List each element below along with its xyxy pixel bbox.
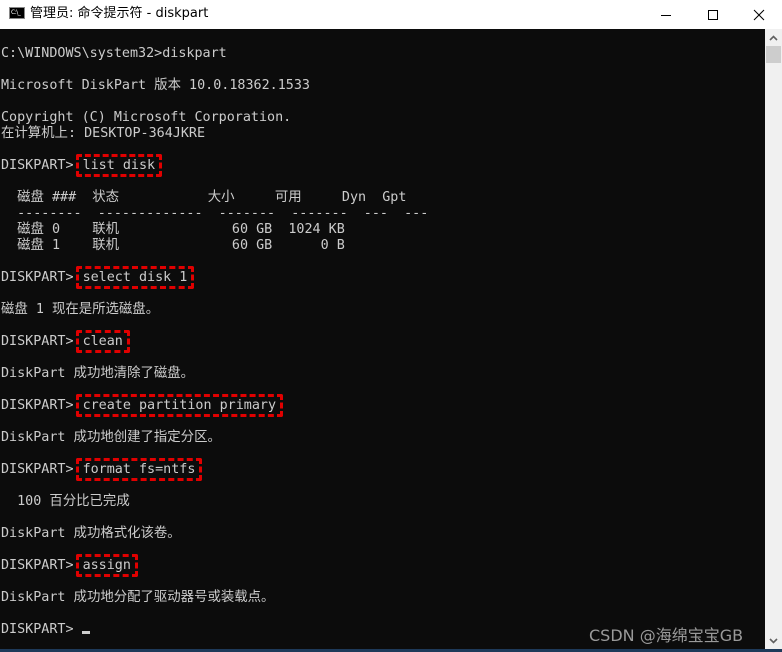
minimize-button[interactable] [643, 0, 689, 29]
disk-table-header: 磁盘 ### 状态 大小 可用 Dyn Gpt [1, 190, 407, 205]
prompt-line: DISKPART> clean [1, 330, 130, 353]
terminal-line: Copyright (C) Microsoft Corporation. [1, 110, 292, 125]
close-icon [753, 9, 765, 20]
prompt: DISKPART> [1, 622, 74, 637]
disk-table-separator: -------- ------------- ------- ------- -… [1, 206, 429, 221]
command-list-disk: list disk [75, 154, 163, 177]
scroll-thumb[interactable] [766, 46, 781, 63]
window-title: 管理员: 命令提示符 - diskpart [30, 6, 209, 21]
prompt-line: DISKPART> list disk [1, 154, 163, 177]
chevron-down-icon [769, 637, 778, 644]
maximize-button[interactable] [690, 0, 736, 29]
watermark: CSDN @海绵宝宝GB [589, 626, 744, 645]
prompt: DISKPART> [1, 558, 74, 573]
prompt-line: DISKPART> select disk 1 [1, 266, 195, 289]
terminal-output[interactable]: C:\WINDOWS\system32>diskpart Microsoft D… [0, 29, 765, 649]
command-assign: assign [75, 554, 138, 577]
terminal-line: DiskPart 成功格式化该卷。 [1, 526, 181, 541]
text-cursor [81, 631, 90, 634]
vertical-scrollbar[interactable] [765, 29, 782, 649]
command-create-partition: create partition primary [75, 394, 284, 417]
command-clean: clean [75, 330, 130, 353]
prompt: DISKPART> [1, 158, 74, 173]
prompt-line[interactable]: DISKPART> [1, 622, 90, 638]
maximize-icon [708, 9, 718, 20]
command-select-disk: select disk 1 [75, 266, 195, 289]
terminal-line: DiskPart 成功地创建了指定分区。 [1, 430, 221, 445]
progress-line: 100 百分比已完成 [1, 494, 130, 509]
prompt: DISKPART> [1, 462, 74, 477]
prompt-line: DISKPART> assign [1, 554, 138, 577]
terminal-line: DiskPart 成功地分配了驱动器号或装载点。 [1, 590, 275, 605]
prompt: DISKPART> [1, 398, 74, 413]
prompt-line: DISKPART> create partition primary [1, 394, 284, 417]
prompt-line: DISKPART> format fs=ntfs [1, 458, 203, 481]
terminal-line: Microsoft DiskPart 版本 10.0.18362.1533 [1, 78, 310, 93]
terminal-line: C:\WINDOWS\system32>diskpart [1, 46, 227, 61]
prompt: DISKPART> [1, 270, 74, 285]
disk-table-row: 磁盘 0 联机 60 GB 1024 KB [1, 222, 345, 237]
terminal-line: DiskPart 成功地清除了磁盘。 [1, 366, 195, 381]
scroll-up-button[interactable] [765, 29, 782, 46]
chevron-up-icon [769, 34, 778, 41]
terminal-line: 磁盘 1 现在是所选磁盘。 [1, 302, 160, 317]
minimize-icon [661, 14, 671, 16]
disk-table-row: 磁盘 1 联机 60 GB 0 B [1, 238, 345, 253]
prompt: DISKPART> [1, 334, 74, 349]
terminal-line: 在计算机上: DESKTOP-364JKRE [1, 126, 206, 141]
title-bar: C:\_ 管理员: 命令提示符 - diskpart [0, 0, 782, 29]
cmd-app-icon: C:\_ [9, 7, 25, 19]
close-button[interactable] [736, 0, 782, 29]
scroll-down-button[interactable] [765, 632, 782, 649]
command-format: format fs=ntfs [75, 458, 203, 481]
